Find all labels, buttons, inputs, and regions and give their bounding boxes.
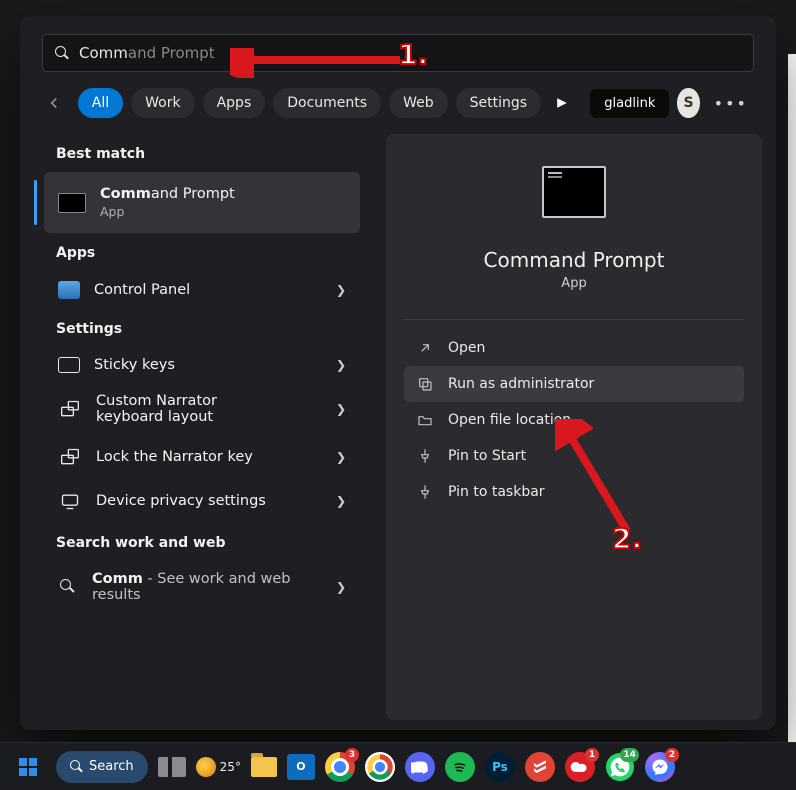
search-icon bbox=[55, 46, 69, 60]
best-match-title: Command Prompt bbox=[100, 186, 235, 202]
action-open-file-location[interactable]: Open file location bbox=[404, 402, 744, 438]
narrator-keyboard-icon bbox=[58, 397, 82, 421]
selection-accent bbox=[34, 180, 37, 225]
taskbar-file-explorer[interactable] bbox=[251, 757, 277, 777]
narrator-lock-icon bbox=[58, 445, 82, 469]
action-pin-to-start[interactable]: Pin to Start bbox=[404, 438, 744, 474]
windows-search-panel: Command Prompt All Work Apps Documents W… bbox=[20, 16, 776, 730]
best-match-subtitle: App bbox=[100, 204, 235, 219]
result-sticky-keys[interactable]: Sticky keys ❯ bbox=[44, 347, 360, 383]
results-left-column: Best match Command Prompt App Apps Contr… bbox=[34, 134, 370, 720]
command-prompt-icon bbox=[58, 193, 86, 213]
action-pin-to-taskbar[interactable]: Pin to taskbar bbox=[404, 474, 744, 510]
account-pill[interactable]: gladlink bbox=[590, 89, 669, 118]
search-icon bbox=[70, 760, 83, 773]
chevron-right-icon: ❯ bbox=[336, 450, 346, 464]
result-device-privacy[interactable]: Device privacy settings ❯ bbox=[44, 479, 360, 523]
background-window-right-edge bbox=[788, 54, 796, 744]
tab-work[interactable]: Work bbox=[131, 88, 194, 118]
task-view-button[interactable] bbox=[158, 757, 186, 777]
preview-app-title: Command Prompt bbox=[484, 248, 665, 272]
avatar[interactable]: S bbox=[677, 88, 699, 118]
chevron-right-icon: ❯ bbox=[336, 283, 346, 297]
chevron-right-icon: ❯ bbox=[336, 358, 346, 372]
tab-apps[interactable]: Apps bbox=[203, 88, 266, 118]
back-button[interactable] bbox=[42, 87, 66, 119]
search-typed-text: Comm bbox=[79, 44, 128, 62]
open-external-icon bbox=[416, 339, 434, 357]
chevron-right-icon: ❯ bbox=[336, 402, 346, 416]
taskbar: Search 25° O 3 Ps 1 14 2 bbox=[0, 742, 796, 790]
pin-icon bbox=[416, 483, 434, 501]
folder-icon bbox=[416, 411, 434, 429]
taskbar-photoshop[interactable]: Ps bbox=[485, 752, 515, 782]
chevron-right-icon: ❯ bbox=[336, 494, 346, 508]
tab-settings[interactable]: Settings bbox=[456, 88, 541, 118]
tab-all[interactable]: All bbox=[78, 88, 123, 118]
badge-count: 1 bbox=[585, 748, 599, 762]
pin-icon bbox=[416, 447, 434, 465]
section-settings: Settings bbox=[34, 309, 370, 347]
taskbar-messenger[interactable]: 2 bbox=[645, 752, 675, 782]
result-search-work-web[interactable]: Comm - See work and web results ❯ bbox=[44, 561, 360, 613]
taskbar-discord[interactable] bbox=[405, 752, 435, 782]
keyboard-icon bbox=[58, 357, 80, 373]
section-apps: Apps bbox=[34, 233, 370, 271]
start-button[interactable] bbox=[10, 749, 46, 785]
weather-sun-icon bbox=[196, 757, 216, 777]
action-open[interactable]: Open bbox=[404, 330, 744, 366]
annotation-step-1: 1. bbox=[398, 38, 428, 71]
privacy-icon bbox=[58, 489, 82, 513]
tab-web[interactable]: Web bbox=[389, 88, 448, 118]
taskbar-search[interactable]: Search bbox=[56, 751, 148, 783]
taskbar-spotify[interactable] bbox=[445, 752, 475, 782]
divider bbox=[404, 319, 744, 320]
preview-app-type: App bbox=[561, 276, 586, 291]
taskbar-whatsapp[interactable]: 14 bbox=[605, 752, 635, 782]
result-preview-pane: Command Prompt App Open Run as administr… bbox=[386, 134, 762, 720]
tab-documents[interactable]: Documents bbox=[273, 88, 381, 118]
result-lock-narrator-key[interactable]: Lock the Narrator key ❯ bbox=[44, 435, 360, 479]
taskbar-chrome-alt[interactable] bbox=[365, 752, 395, 782]
section-search-work-web: Search work and web bbox=[34, 523, 370, 561]
taskbar-creative-cloud[interactable]: 1 bbox=[565, 752, 595, 782]
taskbar-todoist[interactable] bbox=[525, 752, 555, 782]
badge-count: 2 bbox=[665, 748, 679, 762]
taskbar-chrome[interactable]: 3 bbox=[325, 752, 355, 782]
result-control-panel[interactable]: Control Panel ❯ bbox=[44, 271, 360, 309]
search-autocomplete-text: and Prompt bbox=[128, 44, 215, 62]
taskbar-weather[interactable]: 25° bbox=[196, 757, 241, 777]
action-run-as-administrator[interactable]: Run as administrator bbox=[404, 366, 744, 402]
panel-more-menu[interactable]: ••• bbox=[708, 94, 754, 113]
taskbar-outlook[interactable]: O bbox=[287, 754, 315, 780]
sww-title: Comm - See work and web results bbox=[92, 571, 292, 603]
section-best-match: Best match bbox=[34, 134, 370, 172]
control-panel-icon bbox=[58, 281, 80, 299]
badge-count: 3 bbox=[345, 748, 359, 762]
best-match-result[interactable]: Command Prompt App bbox=[44, 172, 360, 233]
badge-count: 14 bbox=[620, 748, 639, 762]
result-custom-narrator-keyboard[interactable]: Custom Narrator keyboard layout ❯ bbox=[44, 383, 360, 435]
chevron-right-icon: ❯ bbox=[336, 580, 346, 594]
windows-logo-icon bbox=[19, 758, 37, 776]
admin-shield-icon bbox=[416, 375, 434, 393]
command-prompt-thumbnail[interactable] bbox=[542, 166, 606, 218]
filter-tabs-row: All Work Apps Documents Web Settings gla… bbox=[20, 86, 776, 134]
more-tabs-button[interactable] bbox=[549, 86, 574, 120]
annotation-step-2: 2. bbox=[612, 522, 642, 555]
search-icon bbox=[58, 577, 78, 597]
